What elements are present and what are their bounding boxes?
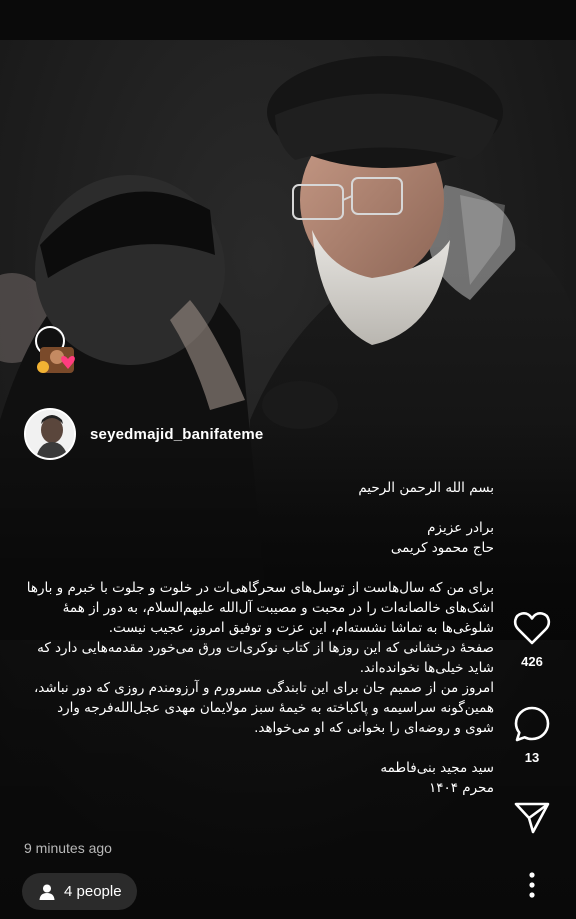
- author-row[interactable]: seyedmajid_banifateme: [24, 406, 263, 462]
- share-action[interactable]: [506, 798, 558, 838]
- like-count: 426: [521, 654, 543, 669]
- caption-line: حاج محمود کریمی: [390, 540, 494, 556]
- post-sticker: [30, 325, 86, 381]
- caption-line: سید مجید بنی‌فاطمه: [380, 760, 494, 776]
- caption-line: برادر عزیزم: [427, 520, 494, 536]
- tagged-people-button[interactable]: 4 people: [22, 873, 137, 910]
- post-timestamp: 9 minutes ago: [24, 840, 112, 856]
- person-icon: [39, 884, 55, 900]
- more-action[interactable]: [506, 870, 558, 900]
- heart-icon[interactable]: [512, 608, 552, 648]
- more-icon[interactable]: [522, 870, 542, 900]
- avatar[interactable]: [24, 408, 76, 460]
- comment-icon[interactable]: [512, 704, 552, 744]
- tagged-people-label: 4 people: [64, 883, 122, 900]
- caption-line: برای من که سال‌هاست از توسل‌های سحرگاهی‌…: [26, 580, 494, 636]
- comment-count: 13: [524, 750, 540, 765]
- caption-line: صفحهٔ درخشانی که این روزها از کتاب نوکری…: [37, 640, 494, 676]
- caption-line: بسم الله الرحمن الرحیم: [358, 480, 494, 496]
- comment-action[interactable]: 13: [506, 704, 558, 765]
- post-caption: بسم الله الرحمن الرحیم برادر عزیزم حاج م…: [24, 478, 494, 798]
- caption-line: محرم ۱۴۰۴: [428, 780, 494, 796]
- caption-line: امروز من از صمیم جان برای این تابندگی مس…: [33, 680, 494, 736]
- send-icon[interactable]: [512, 798, 552, 838]
- username[interactable]: seyedmajid_banifateme: [90, 426, 263, 443]
- like-action[interactable]: 426: [506, 608, 558, 669]
